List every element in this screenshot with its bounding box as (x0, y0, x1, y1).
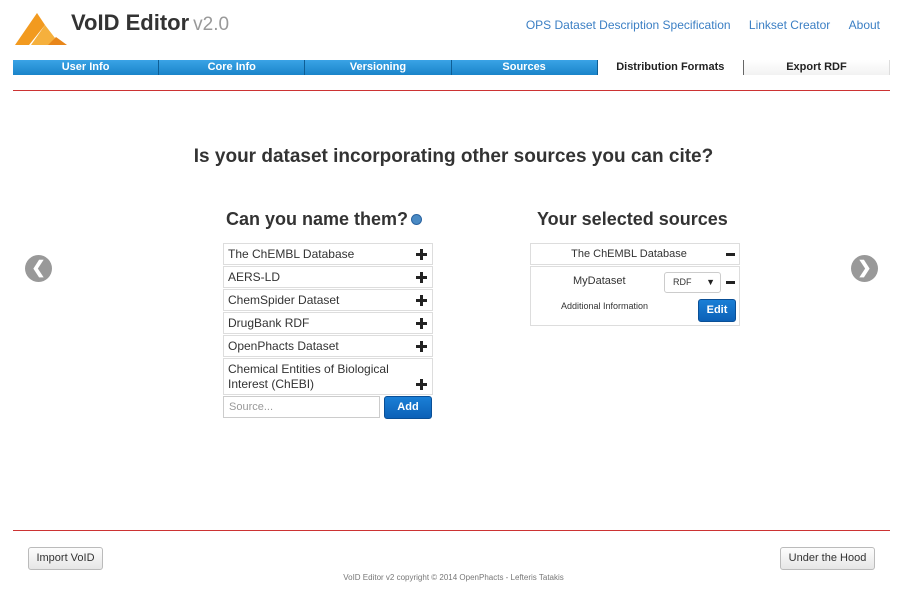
header-divider (13, 90, 890, 91)
link-ops-spec[interactable]: OPS Dataset Description Specification (526, 18, 731, 32)
left-column-title: Can you name them? (226, 209, 423, 230)
source-label: The ChEMBL Database (228, 247, 355, 261)
plus-icon[interactable] (416, 318, 427, 329)
add-source-button[interactable]: Add (384, 396, 432, 419)
link-about[interactable]: About (849, 18, 880, 32)
list-item[interactable]: DrugBank RDF (223, 312, 433, 334)
chevron-down-icon: ▼ (706, 277, 715, 287)
app-name: VoID Editor (71, 10, 190, 35)
copyright-text: VoID Editor v2 copyright © 2014 OpenPhac… (343, 573, 564, 582)
selected-source-item: The ChEMBL Database (530, 243, 740, 265)
dataset-name-label: MyDataset (573, 275, 626, 287)
void-logo-icon (15, 13, 67, 45)
tab-core-info[interactable]: Core Info (159, 60, 306, 75)
next-arrow-icon[interactable]: ❯ (851, 255, 878, 282)
page-question: Is your dataset incorporating other sour… (193, 146, 714, 167)
import-void-button[interactable]: Import VoID (28, 547, 103, 570)
edit-button[interactable]: Edit (698, 299, 736, 322)
source-input[interactable] (223, 396, 380, 418)
list-item[interactable]: The ChEMBL Database (223, 243, 433, 265)
source-label: OpenPhacts Dataset (228, 339, 339, 353)
tab-export-rdf[interactable]: Export RDF (743, 60, 891, 75)
right-column-title: Your selected sources (537, 209, 728, 229)
help-icon[interactable] (411, 213, 423, 225)
tab-distribution-formats[interactable]: Distribution Formats (597, 60, 744, 75)
footer-divider (13, 530, 890, 531)
app-version: v2.0 (193, 14, 230, 35)
format-select-value: RDF (673, 277, 692, 287)
selected-dataset-item: MyDataset RDF ▼ Additional Information E… (530, 266, 740, 326)
wizard-tabs: User Info Core Info Versioning Sources D… (13, 60, 891, 75)
selected-source-label: The ChEMBL Database (571, 248, 687, 260)
app-title: VoID Editor v2.0 (71, 10, 229, 36)
top-nav-links: OPS Dataset Description Specification Li… (511, 18, 880, 32)
plus-icon[interactable] (416, 249, 427, 260)
format-select[interactable]: RDF ▼ (664, 272, 721, 293)
tab-versioning[interactable]: Versioning (305, 60, 452, 75)
minus-icon[interactable] (726, 281, 735, 284)
void-editor-page: VoID Editor v2.0 OPS Dataset Description … (0, 0, 907, 607)
left-title-text: Can you name them? (226, 209, 409, 229)
source-list: The ChEMBL Database AERS-LD ChemSpider D… (223, 243, 433, 396)
source-label: DrugBank RDF (228, 316, 310, 330)
under-the-hood-button[interactable]: Under the Hood (780, 547, 875, 570)
tab-sources[interactable]: Sources (451, 60, 598, 75)
list-item[interactable]: ChemSpider Dataset (223, 289, 433, 311)
minus-icon[interactable] (726, 253, 735, 256)
source-label: Chemical Entities of Biological Interest… (228, 362, 389, 391)
plus-icon[interactable] (416, 272, 427, 283)
plus-icon[interactable] (416, 295, 427, 306)
list-item[interactable]: Chemical Entities of Biological Interest… (223, 358, 433, 395)
tab-user-info[interactable]: User Info (13, 60, 160, 75)
link-linkset-creator[interactable]: Linkset Creator (749, 18, 830, 32)
list-item[interactable]: OpenPhacts Dataset (223, 335, 433, 357)
additional-info-label: Additional Information (561, 301, 649, 311)
plus-icon[interactable] (416, 341, 427, 352)
list-item[interactable]: AERS-LD (223, 266, 433, 288)
previous-arrow-icon[interactable]: ❮ (25, 255, 52, 282)
source-label: ChemSpider Dataset (228, 293, 340, 307)
source-label: AERS-LD (228, 270, 281, 284)
plus-icon[interactable] (416, 379, 427, 390)
